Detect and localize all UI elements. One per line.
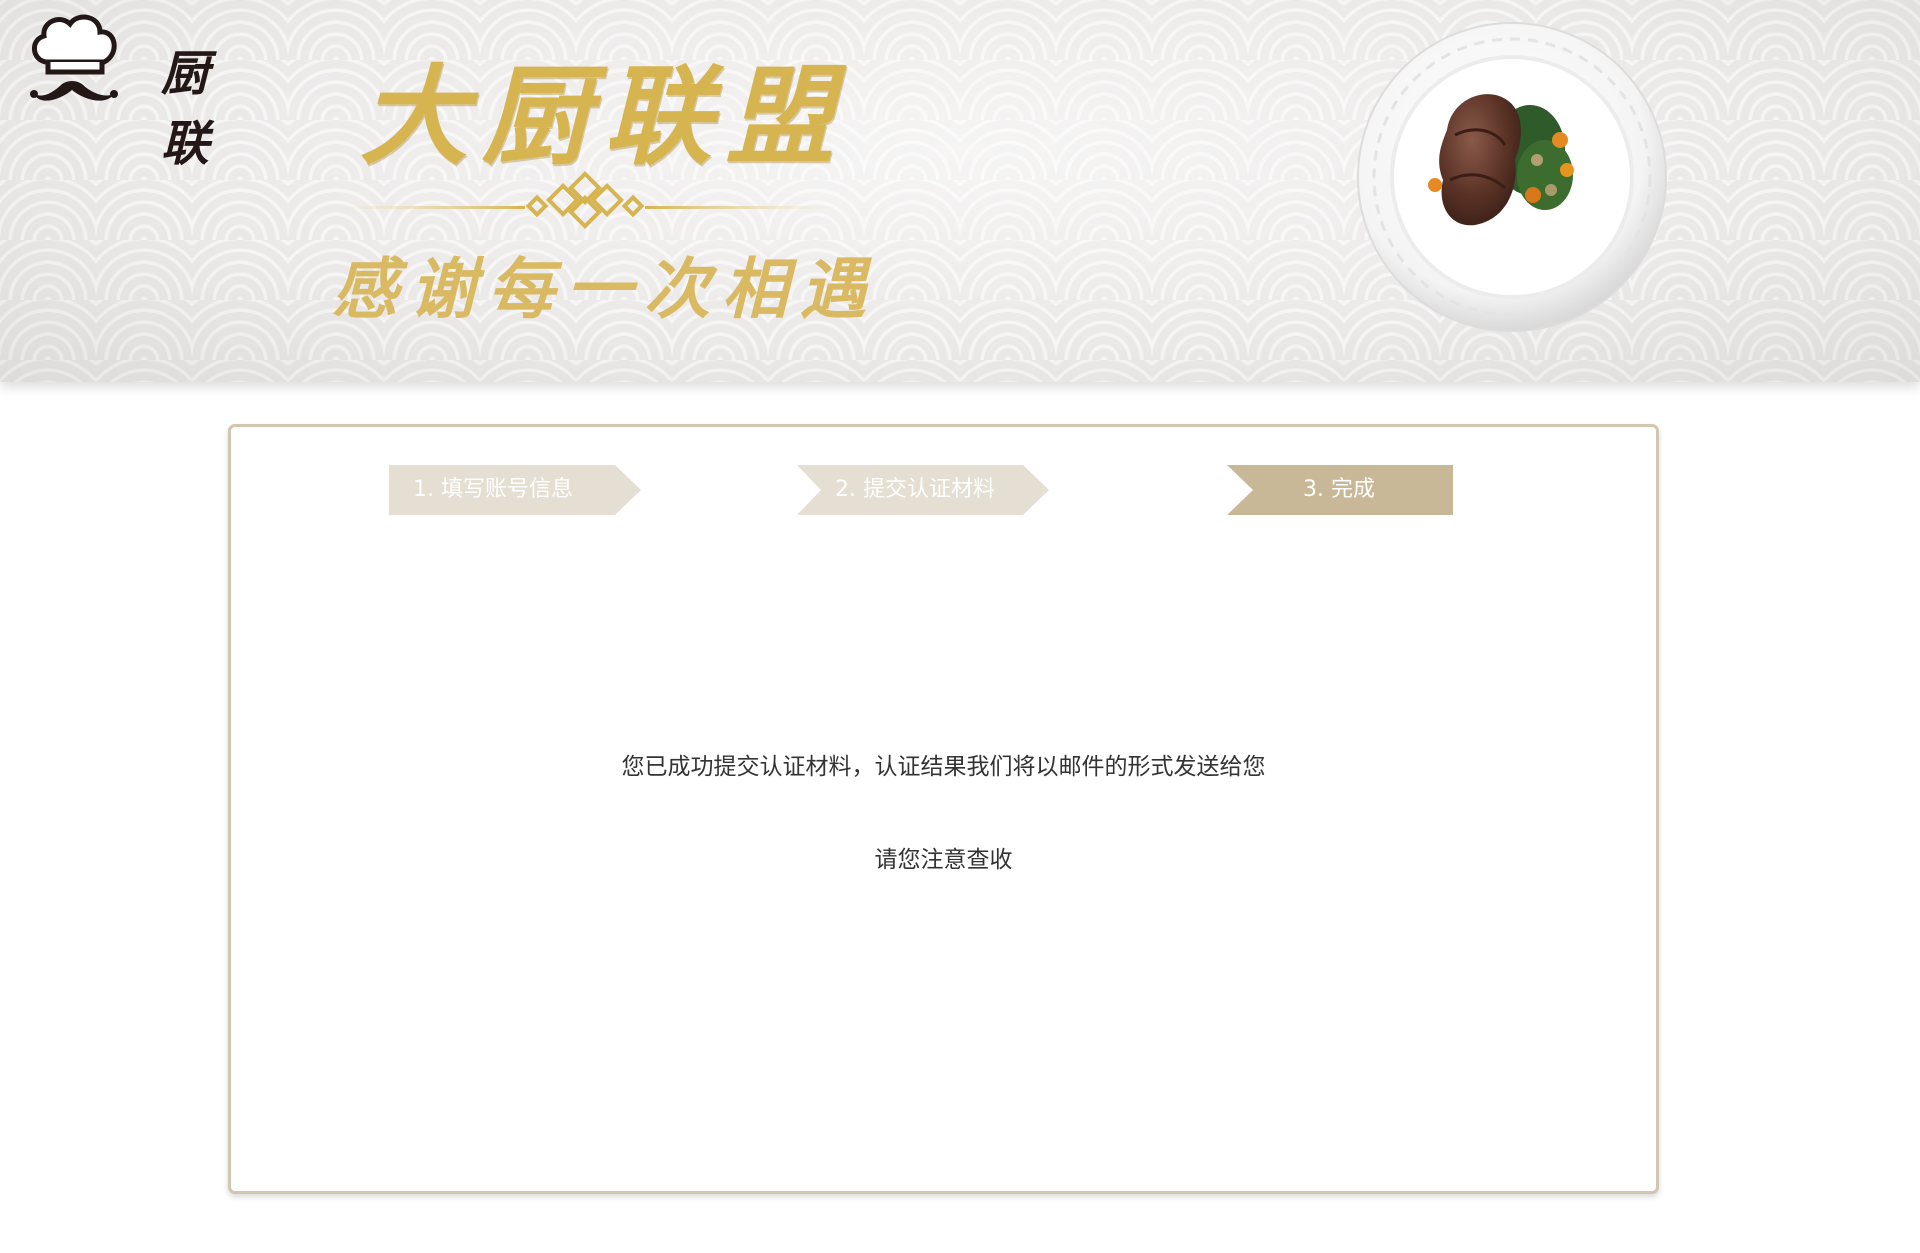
step-3-label: 3. 完成 (1303, 477, 1375, 502)
slogan-main: 大厨联盟 (360, 54, 849, 180)
site-logo[interactable]: 厨联 (26, 10, 246, 172)
step-3: 3. 完成 (1227, 465, 1453, 515)
logo-text: 厨联 (161, 46, 209, 172)
check-email-message: 请您注意查收 (874, 847, 1013, 873)
step-1: 1. 填写账号信息 (389, 465, 641, 515)
ornament-knot-icon (335, 171, 835, 229)
steak-plate-image (1357, 22, 1667, 332)
step-2: 2. 提交认证材料 (797, 465, 1049, 515)
chef-hat-mustache-icon (30, 14, 118, 101)
header-banner: 厨联 大厨联盟 感谢每一次相遇 (0, 0, 1920, 382)
step-1-label: 1. 填写账号信息 (413, 477, 573, 502)
step-2-label: 2. 提交认证材料 (835, 477, 995, 502)
slogan-sub: 感谢每一次相遇 (332, 250, 878, 328)
completion-card: 1. 填写账号信息 2. 提交认证材料 3. 完成 您已成功提交认证材料，认证结… (228, 424, 1659, 1194)
success-message: 您已成功提交认证材料，认证结果我们将以邮件的形式发送给您 (621, 754, 1266, 780)
